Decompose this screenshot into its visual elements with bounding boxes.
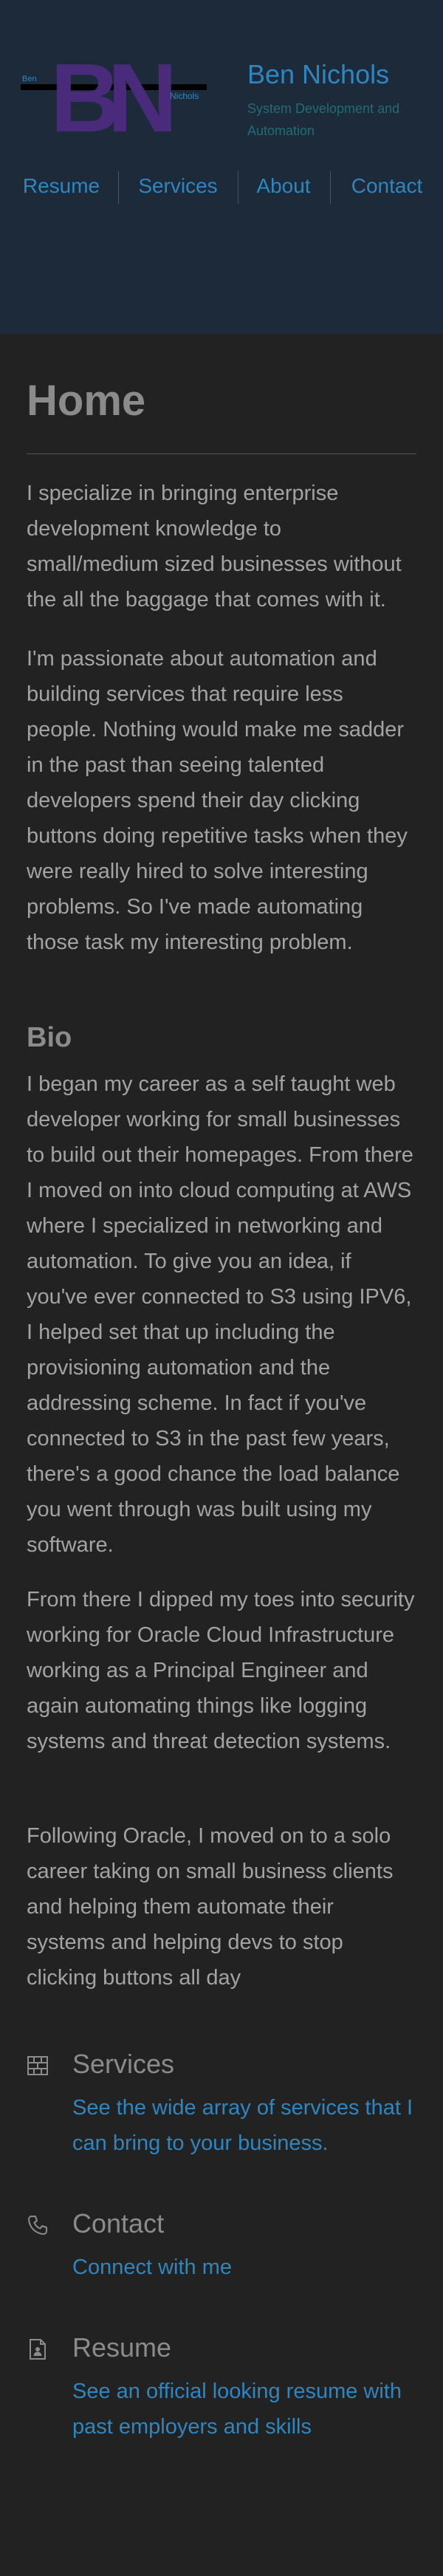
nav-divider xyxy=(118,171,119,204)
site-header: BN Ben Nichols Ben Nichols System Develo… xyxy=(0,0,443,334)
resume-icon xyxy=(30,2339,46,2360)
resume-card-link[interactable]: See an official looking resume with past… xyxy=(72,2374,416,2445)
passion-paragraph: I'm passionate about automation and buil… xyxy=(27,647,408,954)
firewall-icon xyxy=(27,2056,48,2075)
site-subtitle: System Development and Automation xyxy=(247,101,400,138)
bio-paragraph: From there I dipped my toes into securit… xyxy=(27,1588,415,1753)
services-card-title[interactable]: Services xyxy=(72,2047,174,2081)
nav-resume[interactable]: Resume xyxy=(15,170,108,207)
bio-heading: Bio xyxy=(27,1022,72,1053)
nav-divider xyxy=(330,171,331,204)
phone-icon xyxy=(28,2216,47,2235)
intro-paragraph: I specialize in bringing enterprise deve… xyxy=(27,482,402,612)
bio-paragraph: Following Oracle, I moved on to a solo c… xyxy=(27,1824,394,1990)
site-title[interactable]: Ben Nichols xyxy=(247,59,389,90)
logo-right-text: Nichols xyxy=(170,91,199,101)
logo-letters: BN xyxy=(50,50,171,137)
title-divider xyxy=(27,453,416,454)
page-title: Home xyxy=(27,377,146,425)
services-card-link[interactable]: See the wide array of services that I ca… xyxy=(72,2090,416,2161)
nav-services[interactable]: Services xyxy=(126,170,230,207)
resume-card-title[interactable]: Resume xyxy=(72,2331,171,2365)
logo[interactable]: BN Ben Nichols xyxy=(21,50,207,137)
nav-about[interactable]: About xyxy=(247,170,320,207)
nav-contact[interactable]: Contact xyxy=(341,170,433,207)
logo-left-text: Ben xyxy=(22,75,37,83)
contact-card-link[interactable]: Connect with me xyxy=(72,2250,416,2285)
bio-paragraph: I began my career as a self taught web d… xyxy=(27,1072,413,1557)
contact-card-title[interactable]: Contact xyxy=(72,2207,164,2241)
main-nav: Resume Services About Contact xyxy=(0,170,443,207)
